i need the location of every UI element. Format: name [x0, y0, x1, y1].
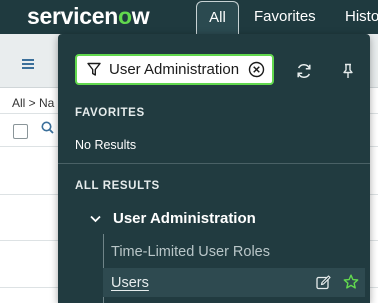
- chevron-down-icon[interactable]: [89, 212, 102, 225]
- tab-all[interactable]: All: [196, 1, 239, 34]
- select-all-checkbox[interactable]: [13, 124, 28, 139]
- logo-text-end: w: [131, 3, 150, 29]
- group-label[interactable]: User Administration: [113, 210, 256, 227]
- menu-item-time-limited-user-roles[interactable]: Time-Limited User Roles: [111, 244, 270, 260]
- logo-text-start: servicen: [27, 3, 118, 29]
- all-menu-panel: User Administration FAVORITES No Results…: [58, 34, 370, 303]
- breadcrumb[interactable]: All > Na: [12, 96, 54, 110]
- filter-icon: [87, 62, 101, 77]
- refresh-icon[interactable]: [295, 62, 313, 80]
- top-header: servicenow All Favorites Histo: [0, 0, 378, 34]
- favorite-star-icon[interactable]: [343, 274, 359, 290]
- tab-history[interactable]: Histo: [345, 0, 378, 34]
- section-divider: [58, 163, 370, 164]
- filter-input[interactable]: User Administration: [75, 54, 274, 85]
- menu-item-users[interactable]: Users: [111, 275, 149, 291]
- servicenow-logo[interactable]: servicenow: [27, 3, 150, 30]
- tab-favorites[interactable]: Favorites: [254, 0, 316, 34]
- pin-icon[interactable]: [339, 62, 357, 80]
- all-results-heading: ALL RESULTS: [75, 180, 160, 192]
- logo-text-o: o: [117, 3, 132, 29]
- favorites-empty-text: No Results: [75, 138, 137, 152]
- filter-value[interactable]: User Administration: [109, 61, 249, 78]
- hamburger-icon[interactable]: [22, 56, 34, 72]
- clear-filter-icon[interactable]: [248, 61, 265, 78]
- favorites-heading: FAVORITES: [75, 107, 145, 119]
- edit-icon[interactable]: [316, 275, 331, 290]
- search-icon[interactable]: [41, 121, 54, 137]
